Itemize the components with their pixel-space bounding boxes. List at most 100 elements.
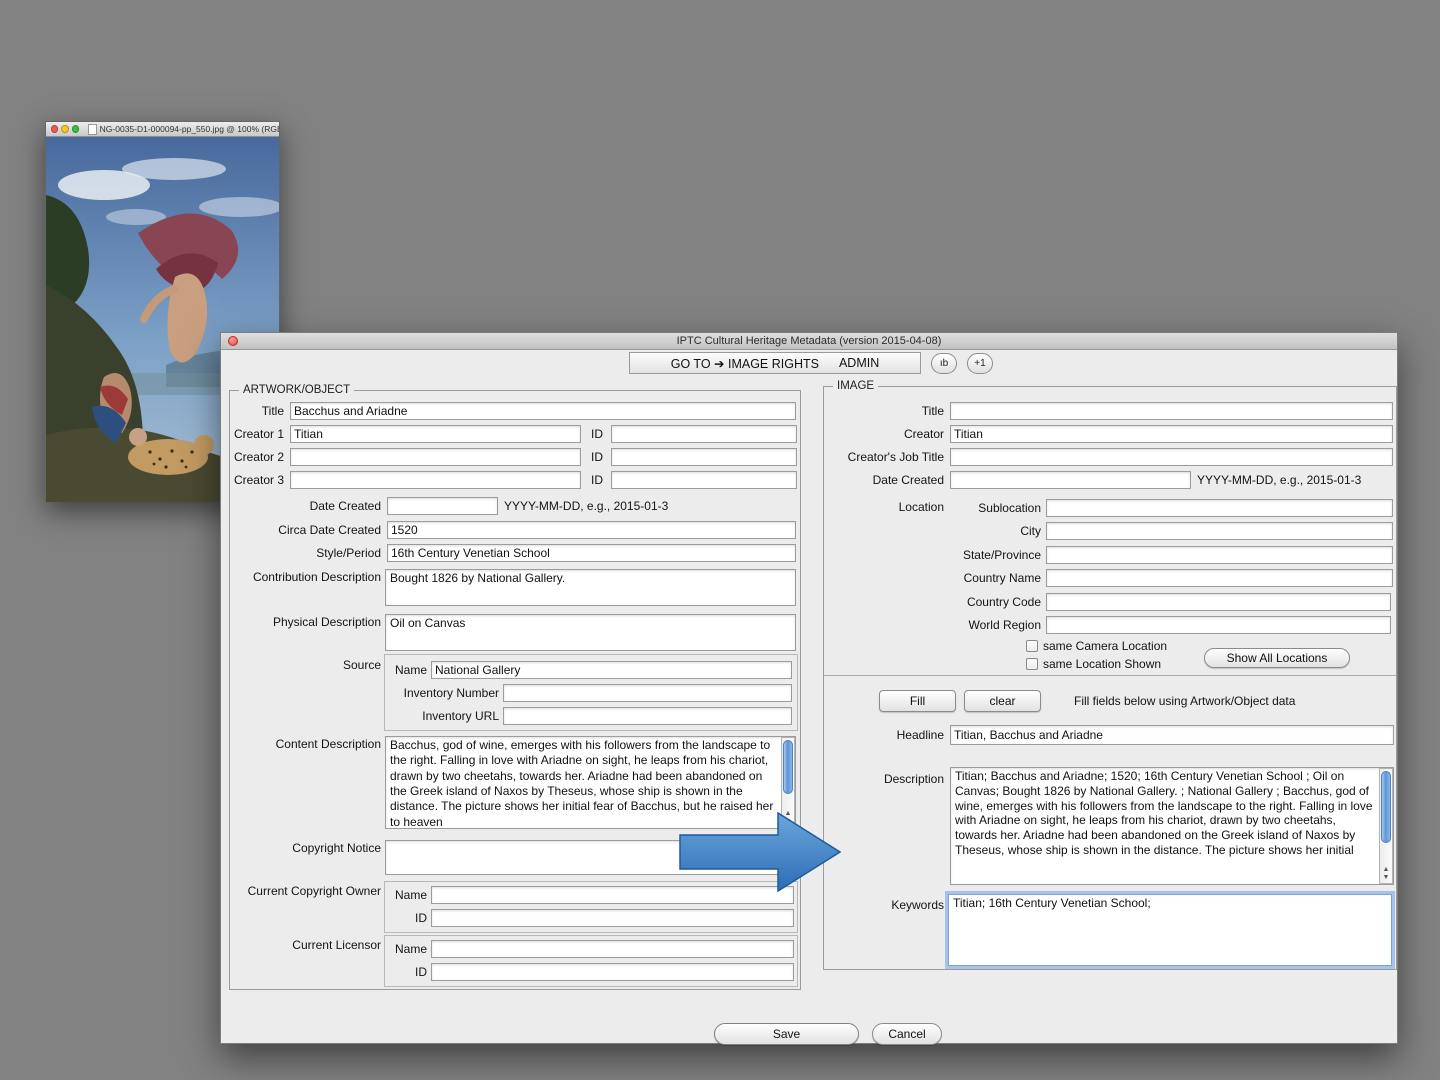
- copyright-notice-label: Copyright Notice: [292, 841, 381, 855]
- artwork-creator1-id-input[interactable]: [611, 425, 797, 443]
- image-title-input[interactable]: [950, 402, 1393, 420]
- headline-input[interactable]: [950, 725, 1394, 745]
- source-name-label: Name: [394, 663, 427, 677]
- country-code-label: Country Code: [966, 595, 1041, 609]
- same-location-shown-label: same Location Shown: [1043, 657, 1162, 671]
- world-region-label: World Region: [968, 618, 1041, 632]
- image-legend: IMAGE: [833, 380, 879, 392]
- artwork-creator3-label: Creator 3: [233, 473, 284, 487]
- clear-button[interactable]: clear: [964, 690, 1041, 712]
- small-text-button[interactable]: ıb: [931, 353, 957, 374]
- artwork-date-created-input[interactable]: [387, 497, 498, 515]
- same-location-shown-checkbox[interactable]: [1026, 658, 1038, 670]
- scroll-down-icon[interactable]: ▼: [1380, 874, 1392, 882]
- minimize-icon[interactable]: [61, 125, 69, 133]
- state-province-label: State/Province: [962, 548, 1041, 562]
- artwork-date-created-label: Date Created: [309, 499, 381, 513]
- image-window-title: NG-0035-D1-000094-pp_550.jpg @ 100% (RGB…: [99, 124, 279, 134]
- same-camera-location-checkbox[interactable]: [1026, 640, 1038, 652]
- scroll-up-icon[interactable]: ▲: [1380, 866, 1392, 874]
- iptc-metadata-dialog: IPTC Cultural Heritage Metadata (version…: [220, 332, 1398, 1045]
- licensor-name-input[interactable]: [431, 940, 794, 958]
- country-name-label: Country Name: [963, 571, 1041, 585]
- inventory-number-input[interactable]: [503, 684, 792, 702]
- image-creator-input[interactable]: [950, 425, 1393, 443]
- description-label: Description: [883, 772, 944, 786]
- inventory-url-input[interactable]: [503, 707, 792, 725]
- creator-job-title-input[interactable]: [950, 448, 1393, 466]
- city-input[interactable]: [1046, 522, 1393, 540]
- show-all-locations-button[interactable]: Show All Locations: [1204, 648, 1350, 668]
- goto-image-rights-link[interactable]: GO TO ➔ IMAGE RIGHTS: [671, 356, 819, 371]
- city-label: City: [1020, 524, 1041, 538]
- licensor-label: Current Licensor: [292, 938, 381, 952]
- owner-id-input[interactable]: [431, 909, 794, 927]
- source-name-input[interactable]: [431, 661, 792, 679]
- image-panel-divider: [824, 675, 1396, 676]
- artwork-title-label: Title: [261, 404, 284, 418]
- image-date-created-input[interactable]: [950, 471, 1191, 489]
- image-window-titlebar[interactable]: NG-0035-D1-000094-pp_550.jpg @ 100% (RGB…: [46, 122, 279, 137]
- dialog-titlebar[interactable]: IPTC Cultural Heritage Metadata (version…: [221, 333, 1397, 350]
- artwork-physical-textarea[interactable]: Oil on Canvas: [385, 614, 796, 651]
- artwork-contribution-textarea[interactable]: Bought 1826 by National Gallery.: [385, 569, 796, 606]
- artwork-circa-date-input[interactable]: [387, 521, 796, 539]
- licensor-id-input[interactable]: [431, 963, 794, 981]
- artwork-content-label: Content Description: [275, 737, 381, 751]
- cancel-button[interactable]: Cancel: [872, 1023, 942, 1045]
- close-icon[interactable]: [51, 125, 59, 133]
- large-text-button[interactable]: +1: [967, 353, 993, 374]
- artwork-creator2-id-input[interactable]: [611, 448, 797, 466]
- artwork-creator1-label: Creator 1: [233, 427, 284, 441]
- image-date-format-hint: YYYY-MM-DD, e.g., 2015-01-3: [1197, 473, 1362, 487]
- content-scrollbar-thumb[interactable]: [783, 740, 793, 794]
- creator-job-title-label: Creator's Job Title: [847, 450, 944, 464]
- artwork-creator2-input[interactable]: [290, 448, 581, 466]
- image-title-label: Title: [921, 404, 944, 418]
- world-region-input[interactable]: [1046, 616, 1391, 634]
- keywords-label: Keywords: [891, 898, 944, 912]
- description-scrollbar-thumb[interactable]: [1381, 771, 1391, 843]
- inventory-number-label: Inventory Number: [403, 686, 499, 700]
- artwork-title-input[interactable]: [290, 402, 796, 420]
- inventory-url-label: Inventory URL: [422, 709, 499, 723]
- artwork-creator3-input[interactable]: [290, 471, 581, 489]
- copyright-owner-label: Current Copyright Owner: [247, 884, 381, 898]
- licensor-id-label: ID: [415, 965, 427, 979]
- licensor-name-label: Name: [394, 942, 427, 956]
- description-scrollbar[interactable]: ▲ ▼: [1379, 768, 1393, 884]
- state-province-input[interactable]: [1046, 546, 1393, 564]
- country-name-input[interactable]: [1046, 569, 1393, 587]
- admin-link[interactable]: ADMIN: [839, 356, 879, 370]
- image-creator-label: Creator: [903, 427, 944, 441]
- fill-button[interactable]: Fill: [879, 690, 956, 712]
- image-date-created-label: Date Created: [872, 473, 944, 487]
- country-code-input[interactable]: [1046, 593, 1391, 611]
- sublocation-label: Sublocation: [978, 501, 1041, 515]
- artwork-creator1-input[interactable]: [290, 425, 581, 443]
- owner-name-label: Name: [394, 888, 427, 902]
- artwork-source-label: Source: [342, 658, 381, 672]
- goto-toolbar: GO TO ➔ IMAGE RIGHTS ADMIN: [629, 352, 921, 374]
- artwork-physical-label: Physical Description: [272, 615, 381, 629]
- owner-id-label: ID: [415, 911, 427, 925]
- artwork-creator1-id-label: ID: [591, 427, 603, 441]
- artwork-creator3-id-label: ID: [591, 473, 603, 487]
- sublocation-input[interactable]: [1046, 499, 1393, 517]
- artwork-circa-date-label: Circa Date Created: [278, 523, 381, 537]
- artwork-creator3-id-input[interactable]: [611, 471, 797, 489]
- same-camera-location-label: same Camera Location: [1043, 639, 1168, 653]
- dialog-title: IPTC Cultural Heritage Metadata (version…: [676, 335, 942, 347]
- save-button[interactable]: Save: [714, 1023, 859, 1045]
- desktop: NG-0035-D1-000094-pp_550.jpg @ 100% (RGB…: [0, 0, 1440, 1080]
- description-textarea[interactable]: Titian; Bacchus and Ariadne; 1520; 16th …: [950, 767, 1394, 885]
- artwork-style-period-input[interactable]: [387, 544, 796, 562]
- artwork-object-legend: ARTWORK/OBJECT: [239, 384, 355, 396]
- document-icon: [88, 123, 97, 135]
- headline-label: Headline: [896, 728, 944, 742]
- artwork-contribution-label: Contribution Description: [252, 570, 381, 584]
- fill-direction-arrow-icon: [679, 811, 842, 893]
- zoom-icon[interactable]: [71, 125, 80, 133]
- keywords-textarea[interactable]: Titian; 16th Century Venetian School;: [948, 894, 1392, 966]
- artwork-style-period-label: Style/Period: [316, 546, 381, 560]
